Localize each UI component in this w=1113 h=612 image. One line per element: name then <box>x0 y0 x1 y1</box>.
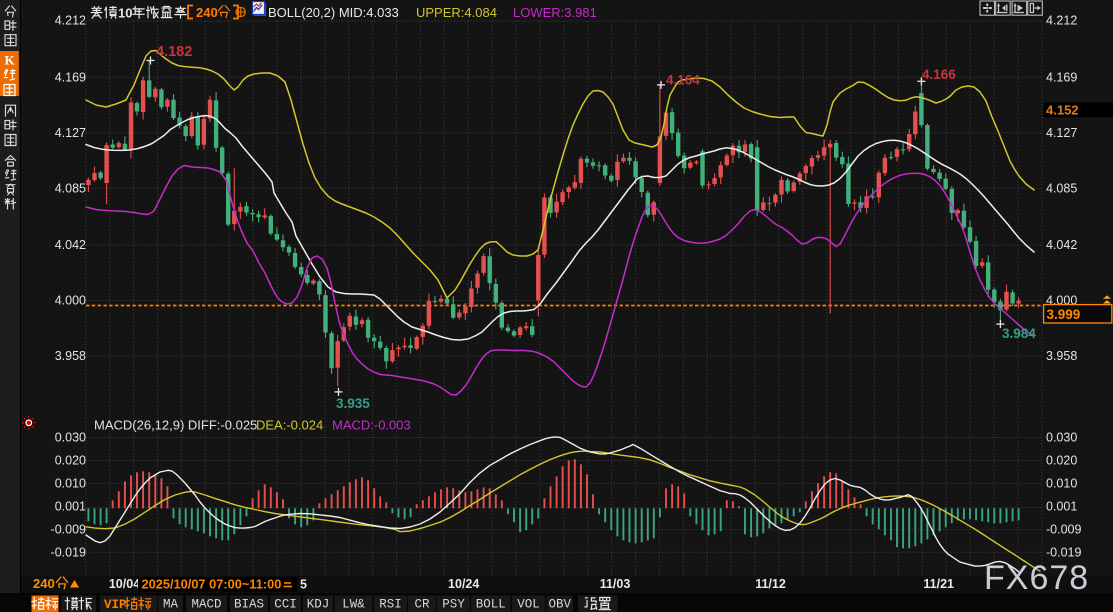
svg-text:BOLL(20,2) MID:4.033: BOLL(20,2) MID:4.033 <box>268 5 399 20</box>
svg-text:0.001: 0.001 <box>1046 500 1077 514</box>
svg-text:0.020: 0.020 <box>55 454 86 468</box>
svg-text:4.152: 4.152 <box>1046 102 1079 117</box>
svg-text:0.020: 0.020 <box>1046 454 1077 468</box>
svg-text:DEA:-0.024: DEA:-0.024 <box>256 418 323 433</box>
svg-text:11/03: 11/03 <box>600 577 631 591</box>
svg-text:10/04: 10/04 <box>109 577 140 591</box>
svg-text:-0.019: -0.019 <box>1046 546 1081 560</box>
svg-text:-0.009: -0.009 <box>51 523 86 537</box>
svg-text:4.166: 4.166 <box>922 67 956 82</box>
svg-text:RSI: RSI <box>379 598 402 612</box>
svg-text:5: 5 <box>300 577 307 591</box>
svg-text:3.958: 3.958 <box>1046 349 1077 363</box>
svg-text:4.085: 4.085 <box>1046 182 1077 196</box>
svg-text:BOLL: BOLL <box>476 598 506 612</box>
svg-text:11/12: 11/12 <box>755 577 786 591</box>
svg-text:MACD:-0.003: MACD:-0.003 <box>332 418 411 433</box>
svg-text:4.182: 4.182 <box>156 44 192 60</box>
svg-text:MACD: MACD <box>191 598 221 612</box>
svg-text:4.164: 4.164 <box>666 73 700 88</box>
svg-text:4.212: 4.212 <box>1046 14 1077 28</box>
svg-text:LOWER:3.981: LOWER:3.981 <box>513 5 597 20</box>
svg-text:4.085: 4.085 <box>55 182 86 196</box>
svg-text:4.169: 4.169 <box>55 71 86 85</box>
svg-text:-0.009: -0.009 <box>1046 523 1081 537</box>
svg-text:2025/10/07 07:00~11:00: 2025/10/07 07:00~11:00 <box>142 576 282 591</box>
svg-text:0.010: 0.010 <box>1046 477 1077 491</box>
svg-text:OBV: OBV <box>549 598 572 612</box>
svg-text:3.984: 3.984 <box>1002 326 1036 341</box>
svg-text:UPPER:4.084: UPPER:4.084 <box>416 5 497 20</box>
svg-text:4.127: 4.127 <box>1046 126 1077 140</box>
svg-text:0.030: 0.030 <box>55 431 86 445</box>
svg-text:FX678: FX678 <box>984 559 1089 597</box>
svg-text:K: K <box>4 53 15 68</box>
svg-text:PSY: PSY <box>442 598 465 612</box>
svg-text:LW&: LW& <box>342 598 365 612</box>
svg-text:MA: MA <box>163 598 179 612</box>
svg-text:0.010: 0.010 <box>55 477 86 491</box>
svg-text:10: 10 <box>118 6 132 21</box>
svg-text:0.030: 0.030 <box>1046 431 1077 445</box>
svg-text:0.001: 0.001 <box>55 500 86 514</box>
svg-text:CR: CR <box>414 598 430 612</box>
svg-text:4.212: 4.212 <box>55 14 86 28</box>
svg-text:4.127: 4.127 <box>55 126 86 140</box>
svg-text:MACD(26,12,9) DIFF:-0.025: MACD(26,12,9) DIFF:-0.025 <box>94 418 257 433</box>
svg-text:VOL: VOL <box>517 598 540 612</box>
svg-text:BIAS: BIAS <box>234 598 264 612</box>
svg-text:3.999: 3.999 <box>1047 307 1081 322</box>
svg-text:VIP: VIP <box>104 598 127 612</box>
svg-text:240: 240 <box>196 5 218 20</box>
svg-text:-0.019: -0.019 <box>51 546 86 560</box>
svg-text:3.958: 3.958 <box>55 349 86 363</box>
svg-text:4.042: 4.042 <box>55 238 86 252</box>
svg-text:240: 240 <box>33 576 55 591</box>
svg-text:CCI: CCI <box>274 598 297 612</box>
svg-text:3.935: 3.935 <box>336 396 370 411</box>
svg-text:4.169: 4.169 <box>1046 71 1077 85</box>
svg-text:4.042: 4.042 <box>1046 238 1077 252</box>
svg-text:KDJ: KDJ <box>307 598 330 612</box>
svg-text:11/21: 11/21 <box>923 577 954 591</box>
svg-text:10/24: 10/24 <box>448 577 479 591</box>
svg-text:4.000: 4.000 <box>55 294 86 308</box>
